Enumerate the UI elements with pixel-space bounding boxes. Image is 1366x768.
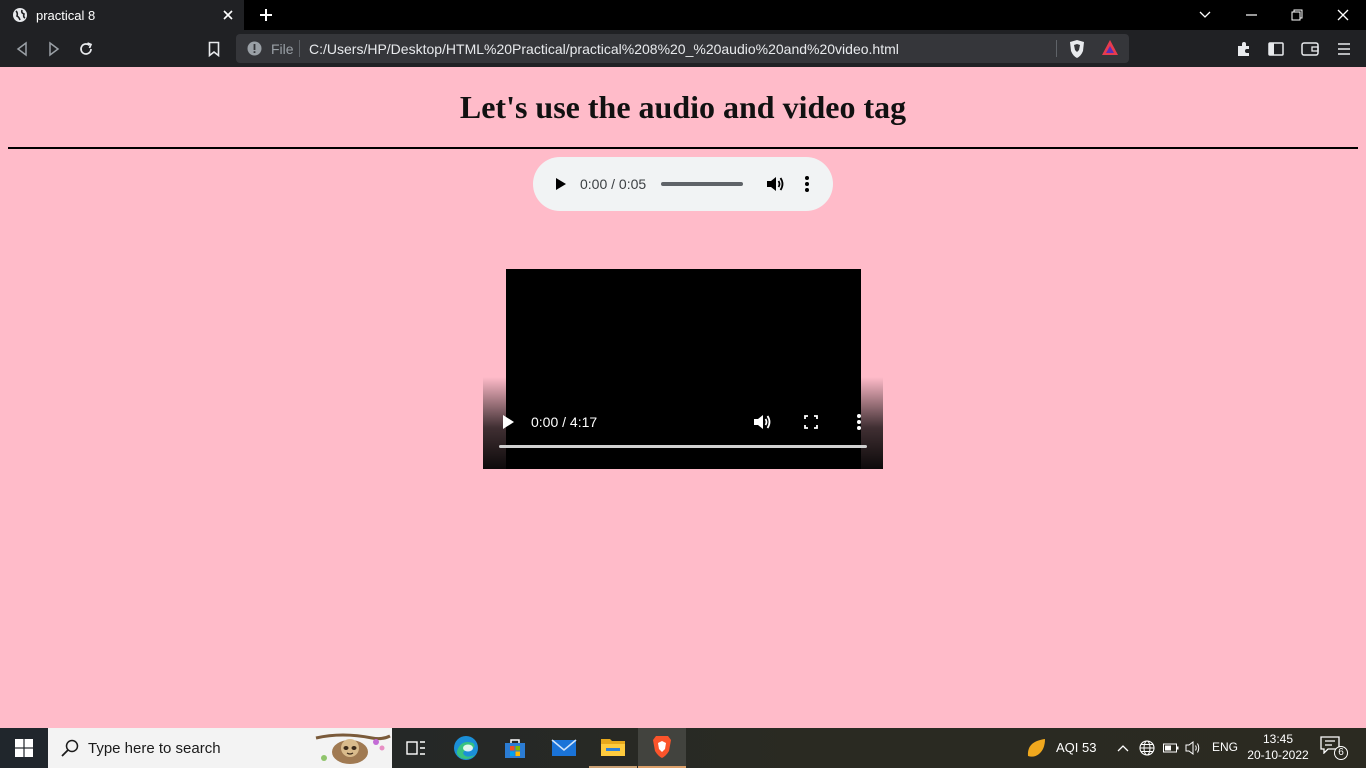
brave-app-button[interactable] [638,728,686,768]
windows-icon [15,739,33,757]
audio-progress-bar[interactable] [661,182,743,186]
url-scheme-label: File [271,41,294,57]
tab-title: practical 8 [36,7,96,23]
forward-button[interactable] [41,36,67,62]
mail-icon [551,739,577,756]
task-view-icon [406,741,425,755]
video-progress-bar[interactable] [499,445,867,448]
divider [1056,40,1057,57]
info-icon[interactable] [247,41,262,56]
more-options-icon[interactable] [849,411,869,433]
minimize-button[interactable] [1228,0,1274,30]
search-icon [61,739,79,757]
show-hidden-icons-chevron-up-icon[interactable] [1113,738,1133,758]
audio-time: 0:00 / 0:05 [580,176,647,192]
weather-icon[interactable] [1025,737,1047,759]
brave-rewards-icon[interactable] [1101,39,1119,57]
horizontal-rule [8,147,1358,149]
network-globe-icon[interactable] [1137,738,1157,758]
globe-icon [13,8,27,22]
task-view-button[interactable] [392,728,440,768]
volume-icon[interactable] [764,173,786,195]
sidebar-icon[interactable] [1263,36,1289,62]
new-tab-button[interactable] [254,3,278,27]
notification-count-badge: 6 [1334,746,1348,760]
file-explorer-app-button[interactable] [589,728,637,768]
audio-player: 0:00 / 0:05 [533,157,833,211]
browser-toolbar: File C:/Users/HP/Desktop/HTML%20Practica… [0,30,1366,67]
taskbar: Type here to search AQI 53 ENG 13:45 20-… [0,728,1366,768]
tab-search-button[interactable] [1182,0,1228,30]
close-window-button[interactable] [1320,0,1366,30]
microsoft-store-app-button[interactable] [491,728,539,768]
clock-time: 13:45 [1262,732,1294,746]
page-heading: Let's use the audio and video tag [459,89,907,125]
sloth-illustration-icon [315,733,391,764]
volume-icon[interactable] [751,411,773,433]
play-icon[interactable] [550,174,570,194]
menu-icon[interactable] [1331,36,1357,62]
bookmark-icon[interactable] [201,36,227,62]
microsoft-store-icon [505,739,525,758]
search-placeholder: Type here to search [88,740,221,757]
browser-tab[interactable]: practical 8 [0,0,244,30]
clock-date: 20-10-2022 [1247,748,1309,762]
address-bar[interactable]: File C:/Users/HP/Desktop/HTML%20Practica… [236,34,1129,63]
more-options-icon[interactable] [797,173,817,195]
start-button[interactable] [0,728,48,768]
notification-center-button[interactable]: 6 [1320,736,1348,762]
video-time: 0:00 / 4:17 [531,414,598,430]
mail-app-button[interactable] [540,728,588,768]
url-text[interactable]: C:/Users/HP/Desktop/HTML%20Practical/pra… [309,41,899,57]
brave-shield-icon[interactable] [1068,39,1086,59]
tab-strip: practical 8 [0,0,1366,30]
clock[interactable]: 13:45 20-10-2022 [1242,731,1314,763]
folder-icon [601,739,625,756]
speaker-icon[interactable] [1184,738,1204,758]
language-indicator[interactable]: ENG [1212,740,1238,754]
play-icon[interactable] [497,411,519,433]
divider [299,40,300,57]
taskbar-search-box[interactable]: Type here to search [48,728,392,768]
restore-button[interactable] [1274,0,1320,30]
page-content: Let's use the audio and video tag 0:00 /… [0,67,1366,728]
reload-button[interactable] [73,36,99,62]
brave-icon [653,736,671,758]
battery-icon[interactable] [1161,738,1181,758]
wallet-icon[interactable] [1297,36,1323,62]
back-button[interactable] [9,36,35,62]
close-tab-icon[interactable] [216,3,240,27]
video-player[interactable]: 0:00 / 4:17 [483,269,883,469]
extensions-icon[interactable] [1231,36,1257,62]
edge-icon [454,736,478,760]
weather-text[interactable]: AQI 53 [1056,740,1096,755]
fullscreen-icon[interactable] [801,411,821,433]
edge-app-button[interactable] [442,728,490,768]
